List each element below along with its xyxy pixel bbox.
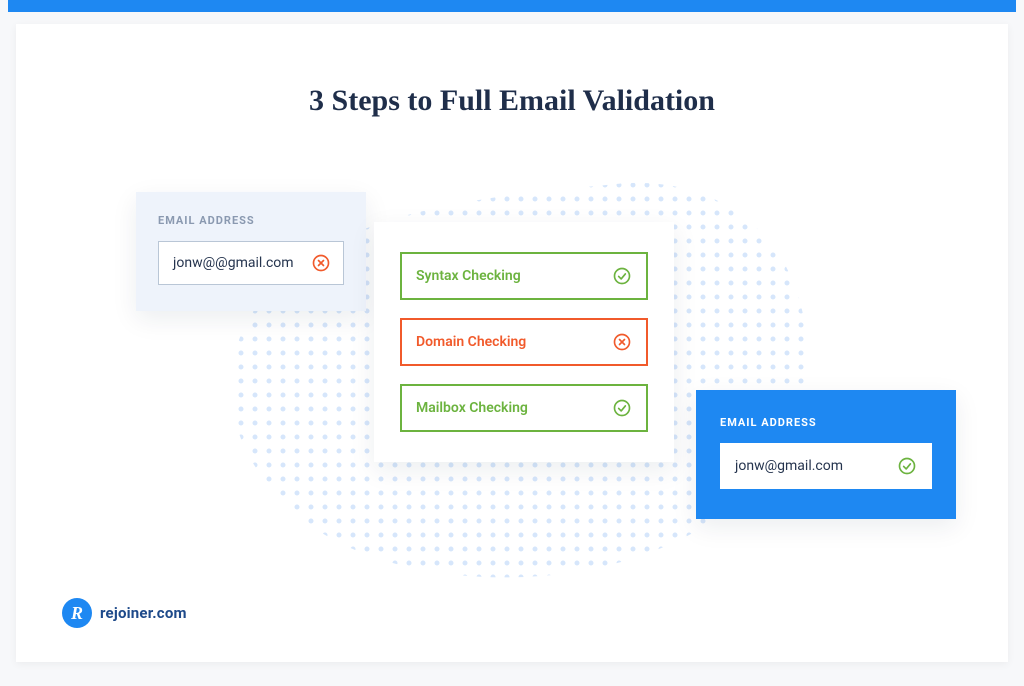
- validation-steps-panel: Syntax Checking Domain Checking Mailbox …: [374, 222, 674, 462]
- email-field-valid: jonw@gmail.com: [720, 443, 932, 489]
- main-card: 3 Steps to Full Email Validation EMAIL A…: [16, 24, 1008, 662]
- top-accent-bar: [8, 0, 1016, 12]
- step-label: Domain Checking: [416, 334, 526, 350]
- step-label: Mailbox Checking: [416, 400, 528, 416]
- page-title: 3 Steps to Full Email Validation: [16, 84, 1008, 118]
- brand-logo-icon: R: [62, 598, 92, 628]
- step-label: Syntax Checking: [416, 268, 521, 284]
- step-domain-checking: Domain Checking: [400, 318, 648, 366]
- check-circle-icon: [897, 456, 917, 476]
- email-field-invalid: jonw@@gmail.com: [158, 241, 344, 285]
- step-syntax-checking: Syntax Checking: [400, 252, 648, 300]
- brand-footer: R rejoiner.com: [62, 598, 187, 628]
- error-circle-icon: [612, 332, 632, 352]
- error-circle-icon: [311, 253, 331, 273]
- invalid-email-panel: EMAIL ADDRESS jonw@@gmail.com: [136, 192, 366, 311]
- email-value-valid: jonw@gmail.com: [735, 458, 843, 474]
- brand-logo-letter: R: [71, 603, 83, 624]
- check-circle-icon: [612, 266, 632, 286]
- valid-email-panel: EMAIL ADDRESS jonw@gmail.com: [696, 390, 956, 519]
- step-mailbox-checking: Mailbox Checking: [400, 384, 648, 432]
- check-circle-icon: [612, 398, 632, 418]
- email-address-label: EMAIL ADDRESS: [720, 416, 932, 429]
- email-value-invalid: jonw@@gmail.com: [173, 255, 294, 271]
- email-address-label: EMAIL ADDRESS: [158, 214, 344, 227]
- brand-name: rejoiner.com: [100, 604, 187, 622]
